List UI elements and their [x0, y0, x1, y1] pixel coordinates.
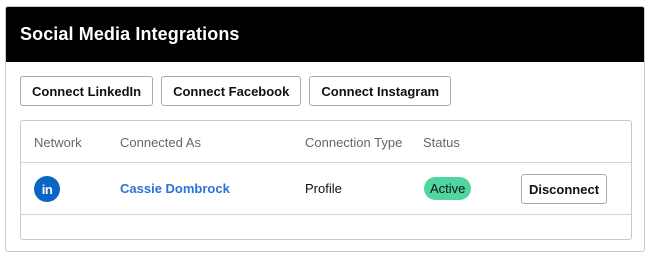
panel-header: Social Media Integrations [6, 7, 644, 62]
connection-type: Profile [305, 181, 342, 196]
column-header-network: Network [34, 135, 82, 150]
table-header-row: Network Connected As Connection Type Sta… [21, 121, 631, 163]
status-badge: Active [424, 177, 472, 200]
connect-button-group: Connect LinkedIn Connect Facebook Connec… [20, 76, 452, 106]
integrations-table: Network Connected As Connection Type Sta… [20, 120, 632, 240]
linkedin-icon: in [34, 176, 60, 202]
column-header-connection-type: Connection Type [305, 135, 403, 150]
connect-linkedin-button[interactable]: Connect LinkedIn [20, 76, 154, 106]
connect-instagram-button[interactable]: Connect Instagram [309, 76, 452, 106]
column-header-connected-as: Connected As [120, 135, 201, 150]
panel-title: Social Media Integrations [20, 24, 240, 44]
disconnect-button[interactable]: Disconnect [521, 174, 607, 204]
social-media-integrations-panel: Social Media Integrations Connect Linked… [5, 6, 645, 252]
column-header-status: Status [423, 135, 460, 150]
connected-as-link[interactable]: Cassie Dombrock [120, 181, 230, 196]
table-row: in Cassie Dombrock Profile Active Discon… [21, 163, 631, 215]
connect-facebook-button[interactable]: Connect Facebook [161, 76, 302, 106]
